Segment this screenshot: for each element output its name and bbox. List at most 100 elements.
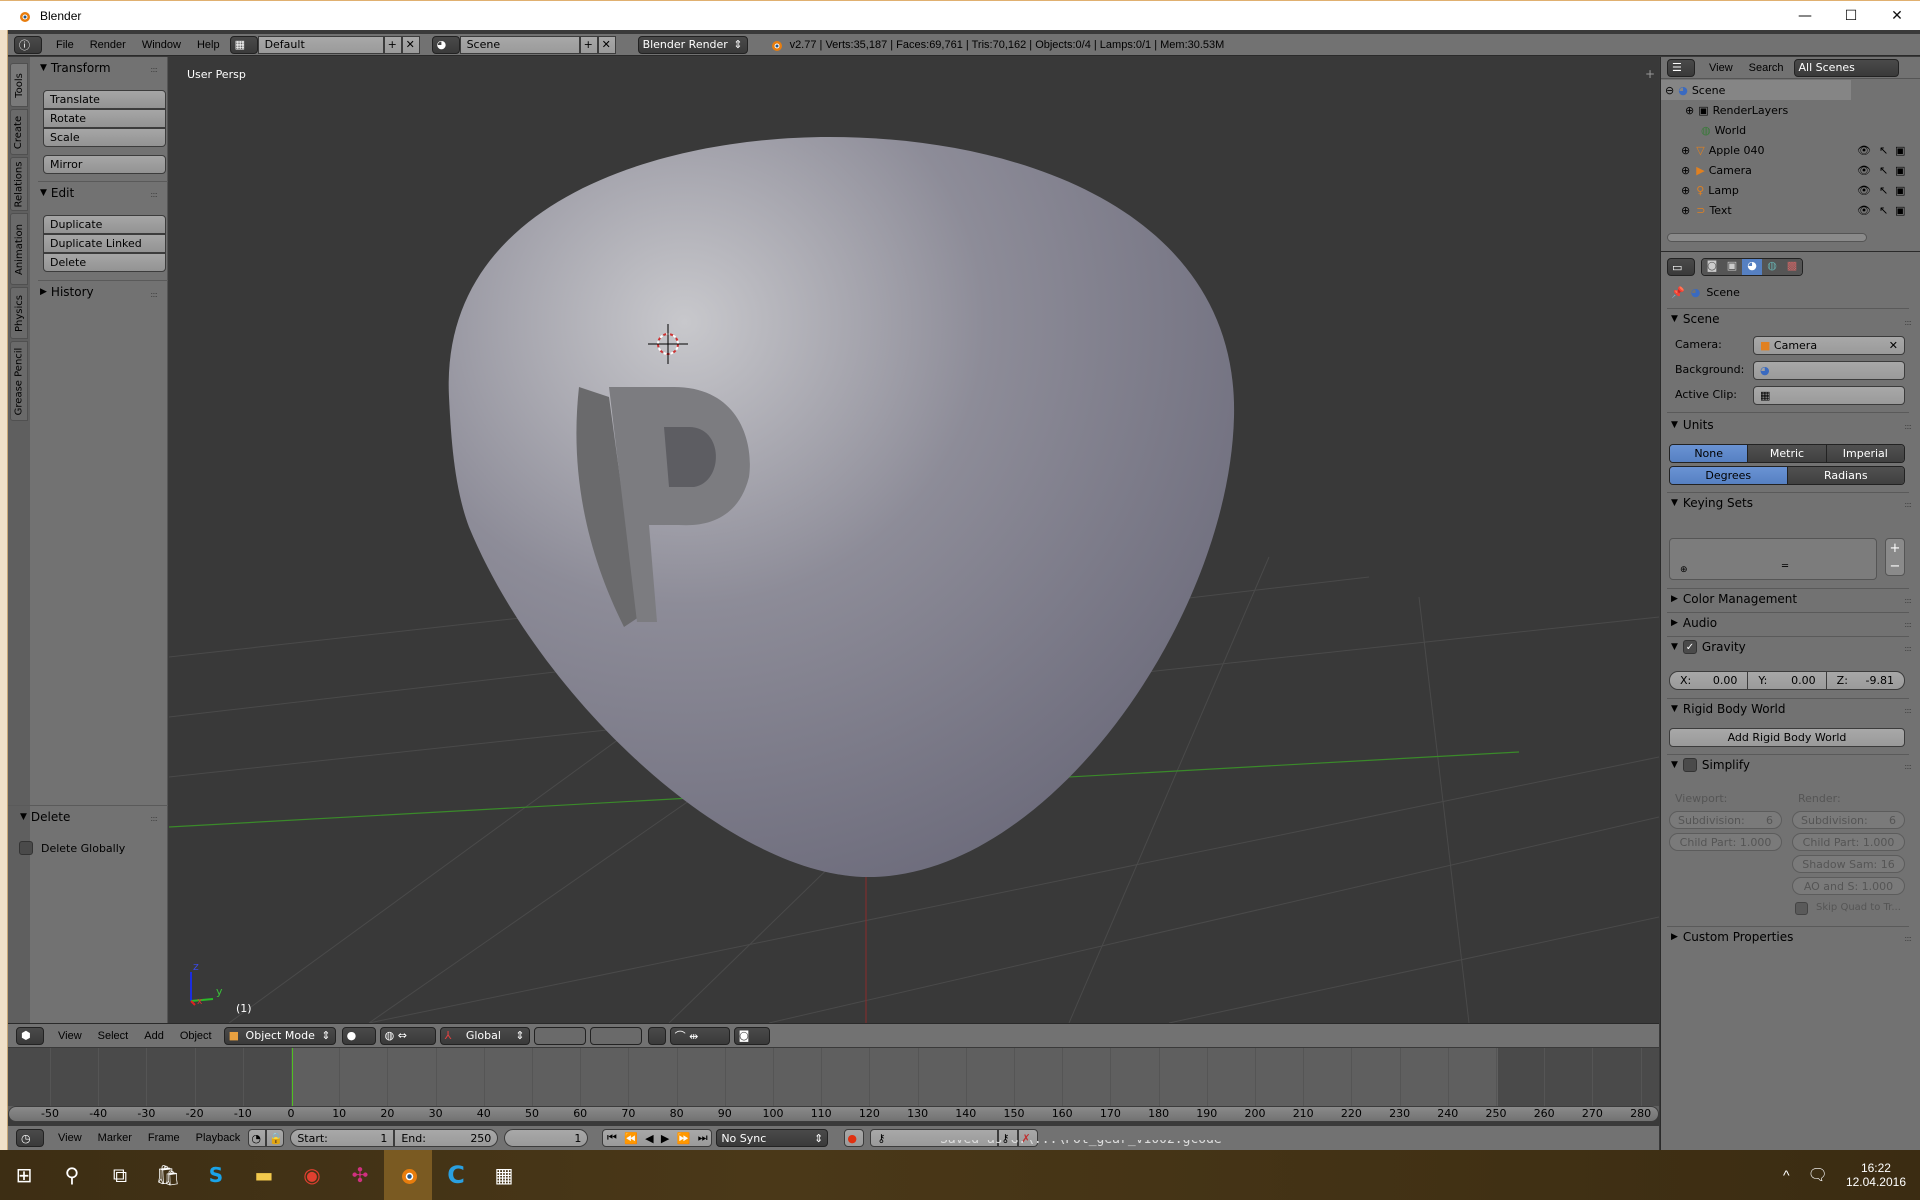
layout-field[interactable]: Default [257,35,384,54]
snap-controls[interactable]: ⌒ ⇹ [669,1026,730,1045]
unit-imperial-button[interactable]: Imperial [1826,445,1904,462]
tab-animation[interactable]: Animation [10,213,28,285]
screen-layout-icon[interactable]: ▦ [229,35,258,54]
layer-buttons-2[interactable] [589,1026,642,1045]
drag-grip-icon[interactable]: :::: [150,814,158,823]
keying-sets-list[interactable]: ⊕ ═ [1669,538,1877,580]
clock[interactable]: 16:22 12.04.2016 [1846,1161,1906,1189]
duplicate-button[interactable]: Duplicate [43,215,166,234]
menu-frame[interactable]: Frame [140,1132,188,1144]
selectability-arrow-icon[interactable]: ↖ [1879,164,1888,177]
end-frame-field[interactable]: End: 250 [394,1129,499,1147]
layer-buttons-1[interactable] [533,1026,586,1045]
drag-grip-icon[interactable]: :::: [1904,706,1912,715]
start-button[interactable]: ⊞ [0,1150,48,1200]
timeline-editor[interactable]: -50 -40 -30 -20 -10 0 10 20 30 40 50 60 70 80 90 100 110… [8,1048,1659,1122]
simplify-panel-header[interactable]: ▼ Simplify [1671,758,1750,772]
ao-sss-field[interactable]: AO and S: 1.000 [1792,877,1905,895]
editor-type-timeline-button[interactable]: ◷ [16,1129,44,1147]
radians-button[interactable]: Radians [1787,467,1904,484]
expand-icon[interactable]: ⊕ [1681,164,1690,177]
menu-playback[interactable]: Playback [188,1132,249,1144]
render-engine-dropdown[interactable]: Blender Render ⇕ [637,35,748,54]
render-opengl-buttons[interactable]: ◙ [733,1026,770,1045]
menu-file[interactable]: File [48,39,82,51]
tab-physics[interactable]: Physics [10,287,28,339]
selectability-arrow-icon[interactable]: ↖ [1879,144,1888,157]
menu-select[interactable]: Select [90,1030,137,1042]
renderability-camera-icon[interactable]: ▣ [1895,204,1905,217]
active-clip-field[interactable]: ▦ [1753,386,1905,405]
mirror-button[interactable]: Mirror [43,155,166,174]
drag-grip-icon[interactable]: :::: [1904,762,1912,771]
editor-type-outliner-button[interactable]: ☰ [1667,58,1695,77]
audio-panel-header[interactable]: ▶ Audio [1671,616,1717,630]
prev-keyframe-icon[interactable]: ⏪ [624,1132,638,1145]
add-keying-set-button[interactable]: + [1890,541,1901,556]
scene-panel-header[interactable]: ▼ Scene [1671,312,1720,326]
task-view-button[interactable]: ⧉ [96,1150,144,1200]
action-center-icon[interactable]: 🗨 [1808,1165,1828,1185]
calculator-button[interactable]: ▦ [480,1150,528,1200]
outliner-row-apple[interactable]: ⊕ ▽ Apple 040 👁 ↖ ▣ [1661,140,1911,160]
expand-icon[interactable]: ⊕ [1681,144,1690,157]
visibility-eye-icon[interactable]: 👁 [1857,204,1871,217]
drag-grip-icon[interactable]: :::: [150,65,158,74]
playback-controls[interactable]: ⏮ ⏪ ◀ ▶ ⏩ ⏭ [602,1129,713,1147]
3d-viewport[interactable]: z y x User Persp (1) + [169,57,1659,1023]
menu-help[interactable]: Help [189,39,228,51]
transform-panel-header[interactable]: ▼ Transform [40,61,111,75]
renderability-camera-icon[interactable]: ▣ [1895,164,1905,177]
drag-grip-icon[interactable]: :::: [1904,596,1912,605]
visibility-eye-icon[interactable]: 👁 [1857,184,1871,197]
menu-view[interactable]: View [50,1030,90,1042]
scene-tab-icon[interactable]: ◕ [1742,259,1762,275]
display-mode-dropdown[interactable]: All Scenes [1793,58,1899,77]
render-layers-tab-icon[interactable]: ▣ [1722,259,1742,275]
keying-sets-panel-header[interactable]: ▼ Keying Sets [1671,496,1753,510]
render-tab-icon[interactable]: ◙ [1702,259,1722,275]
gravity-x-field[interactable]: X: 0.00 [1670,672,1749,689]
remove-layout-button[interactable]: ✕ [401,35,420,54]
menu-view[interactable]: View [1701,62,1741,74]
unit-metric-button[interactable]: Metric [1748,445,1827,462]
add-scene-button[interactable]: + [579,35,598,54]
duplicate-linked-button[interactable]: Duplicate Linked [43,234,166,253]
translate-button[interactable]: Translate [43,90,166,109]
menu-search[interactable]: Search [1741,62,1792,74]
gravity-y-field[interactable]: Y: 0.00 [1748,672,1827,689]
minimize-button[interactable]: — [1782,1,1828,31]
background-field[interactable]: ◕ [1753,361,1905,380]
drag-grip-icon[interactable]: :::: [1904,318,1912,327]
drag-grip-icon[interactable]: :::: [150,290,158,299]
add-layout-button[interactable]: + [383,35,402,54]
add-region-button[interactable]: + [1643,67,1657,81]
search-button[interactable]: ⚲ [48,1150,96,1200]
unit-none-button[interactable]: None [1670,445,1749,462]
expand-icon[interactable]: ⊕ [1681,204,1690,217]
gravity-z-field[interactable]: Z: -9.81 [1827,672,1904,689]
orientation-dropdown[interactable]: ⅄ Global ⇕ [439,1026,530,1045]
tab-tools[interactable]: Tools [10,63,28,107]
current-frame-field[interactable]: 1 [504,1129,589,1147]
delete-globally-checkbox[interactable] [19,841,33,855]
outliner-scrollbar[interactable] [1667,233,1867,242]
app-button[interactable]: ✣ [336,1150,384,1200]
visibility-eye-icon[interactable]: 👁 [1857,164,1871,177]
show-hidden-icons-chevron-icon[interactable]: ^ [1783,1167,1790,1183]
menu-window[interactable]: Window [134,39,189,51]
tab-create[interactable]: Create [10,109,28,155]
editor-type-3d-button[interactable]: ⬢ [16,1026,44,1045]
drag-grip-icon[interactable]: :::: [1904,620,1912,629]
pin-icon[interactable]: 📌 [1671,286,1685,299]
scale-button[interactable]: Scale [43,128,166,147]
c-app-button[interactable]: C [432,1150,480,1200]
delete-button[interactable]: Delete [43,253,166,272]
play-reverse-icon[interactable]: ◀ [645,1132,653,1145]
sync-dropdown[interactable]: No Sync ⇕ [716,1129,829,1147]
tab-grease-pencil[interactable]: Grease Pencil [10,341,28,421]
simplify-checkbox[interactable] [1682,758,1697,772]
color-management-panel-header[interactable]: ▶ Color Management [1671,592,1797,606]
render-subdivision-field[interactable]: Subdivision: 6 [1792,811,1905,829]
drag-grip-icon[interactable]: :::: [1904,644,1912,653]
